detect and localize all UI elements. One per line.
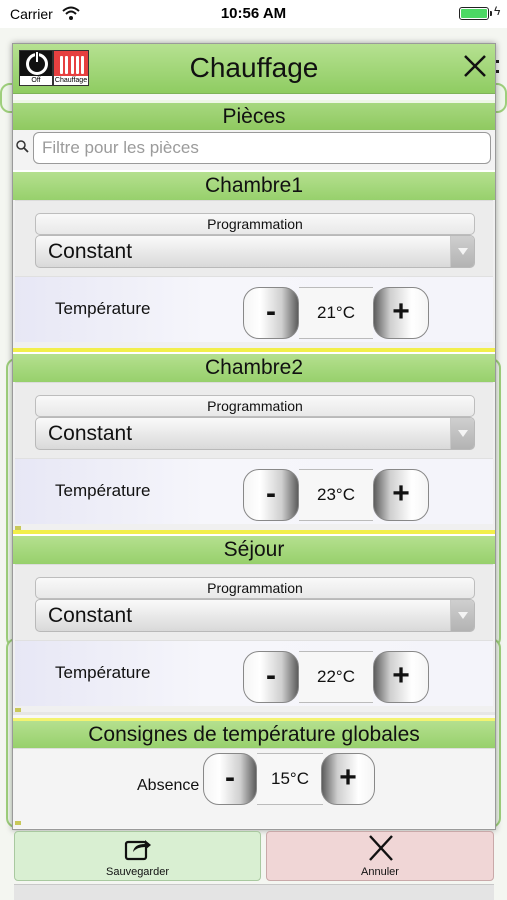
decrease-button[interactable]: - xyxy=(243,469,299,521)
programmation-select[interactable]: Constant xyxy=(35,235,475,268)
room-card: Programmation Constant Température - 22°… xyxy=(13,564,495,712)
temperature-stepper: - 23°C + xyxy=(243,469,429,521)
chevron-down-icon xyxy=(450,600,474,631)
programmation-box: Programmation Constant xyxy=(15,200,493,276)
room-title: Chambre2 xyxy=(13,352,495,382)
save-button[interactable]: Sauvegarder xyxy=(14,831,261,881)
charging-icon: ϟ xyxy=(494,4,501,18)
temperature-value: 21°C xyxy=(299,287,373,339)
section-divider xyxy=(13,712,495,715)
programmation-value: Constant xyxy=(48,422,133,445)
absence-label: Absence xyxy=(137,777,200,794)
battery-nub xyxy=(490,11,492,16)
increase-button[interactable]: + xyxy=(373,287,429,339)
status-bar: Carrier 10:56 AM ϟ xyxy=(0,0,507,28)
chevron-down-icon xyxy=(450,236,474,267)
close-icon[interactable] xyxy=(461,52,489,80)
room-filter-input[interactable] xyxy=(33,132,491,164)
programmation-label: Programmation xyxy=(35,395,475,417)
programmation-label: Programmation xyxy=(35,213,475,235)
filter-row xyxy=(13,130,495,170)
modal-header: Off Chauffage Chauffage xyxy=(13,44,495,94)
temperature-row: Température - 21°C + xyxy=(15,276,493,342)
chevron-down-icon xyxy=(450,418,474,449)
room-title: Chambre1 xyxy=(13,170,495,200)
room-card: Programmation Constant Température - 21°… xyxy=(13,200,495,348)
programmation-select[interactable]: Constant xyxy=(35,417,475,450)
battery-icon xyxy=(459,7,489,20)
background-footer xyxy=(14,884,494,900)
temperature-label: Température xyxy=(55,481,151,500)
cancel-label: Annuler xyxy=(361,866,399,878)
room-card: Programmation Constant Température - 23°… xyxy=(13,382,495,530)
cancel-button[interactable]: Annuler xyxy=(266,831,494,881)
programmation-label: Programmation xyxy=(35,577,475,599)
temperature-row: Température - 22°C + xyxy=(15,640,493,706)
section-title-pieces: Pièces xyxy=(13,100,495,130)
programmation-select[interactable]: Constant xyxy=(35,599,475,632)
decrease-button[interactable]: - xyxy=(243,287,299,339)
room-title: Séjour xyxy=(13,534,495,564)
temperature-label: Température xyxy=(55,299,151,318)
global-settings-card: Absence - 15°C + xyxy=(13,748,495,828)
heating-modal: Off Chauffage Chauffage Pièces Chambre1 xyxy=(12,43,496,830)
absence-stepper: - 15°C + xyxy=(203,753,375,805)
search-icon xyxy=(16,140,29,153)
programmation-box: Programmation Constant xyxy=(15,382,493,458)
programmation-value: Constant xyxy=(48,240,133,263)
increase-button[interactable]: + xyxy=(321,753,375,805)
decrease-button[interactable]: - xyxy=(203,753,257,805)
temperature-row: Température - 23°C + xyxy=(15,458,493,524)
increase-button[interactable]: + xyxy=(373,469,429,521)
close-icon xyxy=(369,835,393,861)
absence-value: 15°C xyxy=(257,753,323,805)
share-icon xyxy=(124,840,151,861)
programmation-box: Programmation Constant xyxy=(15,564,493,640)
programmation-value: Constant xyxy=(48,604,133,627)
modal-title: Chauffage xyxy=(189,52,319,83)
temperature-stepper: - 22°C + xyxy=(243,651,429,703)
temperature-value: 22°C xyxy=(299,651,373,703)
temperature-label: Température xyxy=(55,663,151,682)
temperature-value: 23°C xyxy=(299,469,373,521)
temperature-stepper: - 21°C + xyxy=(243,287,429,339)
save-label: Sauvegarder xyxy=(106,866,169,878)
decrease-button[interactable]: - xyxy=(243,651,299,703)
modal-body: Pièces Chambre1 Programmation Constant T… xyxy=(13,98,495,828)
clock: 10:56 AM xyxy=(220,5,287,22)
increase-button[interactable]: + xyxy=(373,651,429,703)
section-title-global: Consignes de température globales xyxy=(13,718,495,748)
